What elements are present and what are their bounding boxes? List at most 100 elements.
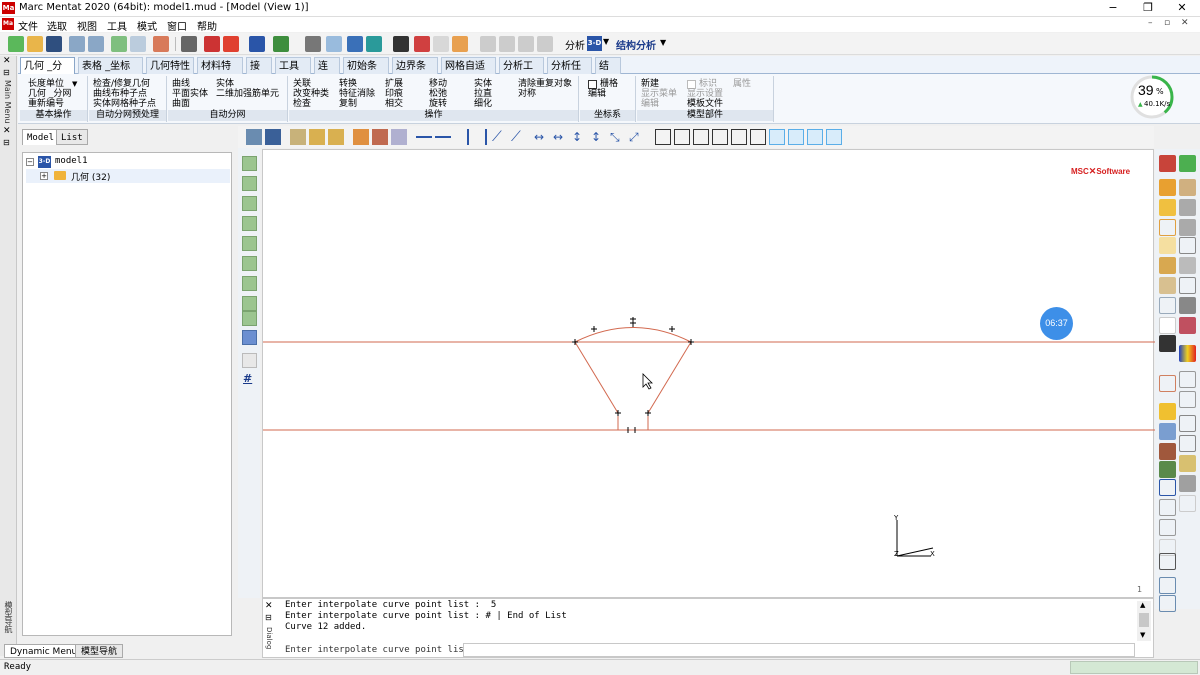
scroll-up-icon[interactable]: ▲ [1140,601,1145,609]
view-right-icon[interactable] [750,129,766,145]
blank-icon[interactable] [1159,317,1176,334]
select-curves-icon[interactable] [242,176,257,191]
filter-icon[interactable] [326,36,342,52]
curve-seed-button[interactable]: 曲线布种子点 [93,89,147,99]
eye-icon[interactable] [1179,317,1196,334]
pan-up-icon[interactable] [467,129,469,145]
settings-icon[interactable] [452,36,468,52]
view-icon[interactable] [246,129,262,145]
cube-gray-icon[interactable] [1179,219,1196,236]
sphere-icon[interactable] [1179,475,1196,492]
select-sets-icon[interactable] [242,311,257,326]
scroll-down-icon[interactable]: ▼ [1140,631,1145,639]
grid-icon[interactable] [181,36,197,52]
triangle-icon[interactable] [1159,479,1176,496]
rotate-diagonal-icon[interactable]: ⟋ [492,129,508,145]
points-icon[interactable] [393,36,409,52]
surfaces-button[interactable]: 曲面 [172,99,190,109]
list-icon[interactable] [242,330,257,345]
curve-icon[interactable] [1159,219,1176,236]
arch-icon[interactable] [1179,179,1196,196]
rotate-y-icon[interactable]: ↕ [572,129,588,145]
view-bottom-icon[interactable] [712,129,728,145]
defeature-button[interactable]: 特征消除 [339,89,375,99]
lightning-icon[interactable] [242,353,257,368]
pin-icon[interactable]: ⊟ [3,68,10,77]
move-button[interactable]: 移动 [429,79,447,89]
length-units-button[interactable]: 长度单位 [28,79,64,89]
symmetry-button[interactable]: 对称 [518,89,536,99]
view-iso3-icon[interactable] [807,129,823,145]
mdi-restore-icon[interactable]: ▫ [1164,18,1170,28]
menu-window[interactable]: 窗口 [167,18,187,33]
tab-jobs[interactable]: 分析任务 [547,57,592,89]
identify-checkbox[interactable] [687,80,696,89]
rotate-y2-icon[interactable]: ↕ [591,129,607,145]
scroll-thumb[interactable] [1139,613,1149,627]
mesh-icon[interactable] [1159,297,1176,314]
solids-button[interactable]: 实体 [216,79,234,89]
analysis-type-select[interactable]: 结构分析 [616,37,656,52]
stretch-button[interactable]: 拉直 [474,89,492,99]
reset-view-icon[interactable] [391,129,407,145]
fill-view-icon[interactable] [265,129,281,145]
curves-button[interactable]: 曲线 [172,79,190,89]
plot-icon[interactable] [1159,553,1176,570]
tab-material-properties[interactable]: 材料特性 [197,57,243,89]
view-front-icon[interactable] [655,129,671,145]
paste-icon[interactable] [88,36,104,52]
hash-icon[interactable]: # [243,372,252,385]
view-left-icon[interactable] [731,129,747,145]
edit-icon[interactable] [153,36,169,52]
doc4-icon[interactable] [537,36,553,52]
marker-icon[interactable] [1159,155,1176,172]
rebar-elements-button[interactable]: 二维加强筋单元 [216,89,279,99]
collapse-icon[interactable]: − [26,158,34,166]
tree-item-geometry[interactable]: + 几何 (32) [26,169,230,183]
app-icon[interactable]: Ma [2,2,15,14]
tab-dynamic-menu[interactable]: Dynamic Menu [4,644,84,658]
solid-seed-button[interactable]: 实体网格种子点 [93,99,156,109]
table-icon[interactable] [1179,415,1196,432]
mdi-close-icon[interactable]: ✕ [1181,18,1189,28]
wave-icon[interactable] [1179,277,1196,294]
menu-help[interactable]: 帮助 [197,18,217,33]
rotate-z2-icon[interactable]: ⤢ [629,129,645,145]
imprint-button[interactable]: 印痕 [385,89,403,99]
pin-icon[interactable]: ⊟ [265,613,272,622]
menu-select[interactable]: 选取 [47,18,67,33]
contour-icon[interactable] [1179,345,1196,362]
surface-icon[interactable] [1179,199,1196,216]
grid-checkbox[interactable] [588,80,597,89]
doc2-icon[interactable] [499,36,515,52]
rotate-x-icon[interactable]: ↔ [534,129,550,145]
new-part-button[interactable]: 新建 [641,79,659,89]
graphics-canvas[interactable]: MSC✕Software 06:37 Y Z X 1 [262,149,1155,598]
copy-icon[interactable] [69,36,85,52]
mdi-minimize-icon[interactable]: – [1148,18,1153,28]
rotate-z-icon[interactable]: ⤡ [610,129,626,145]
ruler-icon[interactable] [1159,499,1176,516]
redo-icon[interactable] [130,36,146,52]
convert-button[interactable]: 转换 [339,79,357,89]
plane-icon[interactable] [1159,199,1176,216]
close-icon[interactable]: ✕ [265,601,273,611]
cube-icon[interactable] [1159,257,1176,274]
doc-icon[interactable] [1159,423,1176,440]
t-icon[interactable] [1179,391,1196,408]
duplicate-button[interactable]: 复制 [339,99,357,109]
camera-icon[interactable] [347,36,363,52]
edit-part-button[interactable]: 编辑 [641,99,659,109]
properties-button[interactable]: 属性 [733,79,751,89]
expand-icon[interactable]: + [40,172,48,180]
shield-icon[interactable] [1159,335,1176,352]
view-iso1-icon[interactable] [769,129,785,145]
measure-icon[interactable] [204,36,220,52]
doc-icon[interactable] [480,36,496,52]
tab-toolbox[interactable]: 工具箱 [275,57,311,89]
rotate-diagonal2-icon[interactable]: ⟋ [511,129,527,145]
solid-button[interactable]: 实体 [474,79,492,89]
chevron-down-icon[interactable]: ▼ [660,38,666,47]
calculator-icon[interactable] [414,36,430,52]
renumber-button[interactable]: 重新编号 [28,99,64,109]
